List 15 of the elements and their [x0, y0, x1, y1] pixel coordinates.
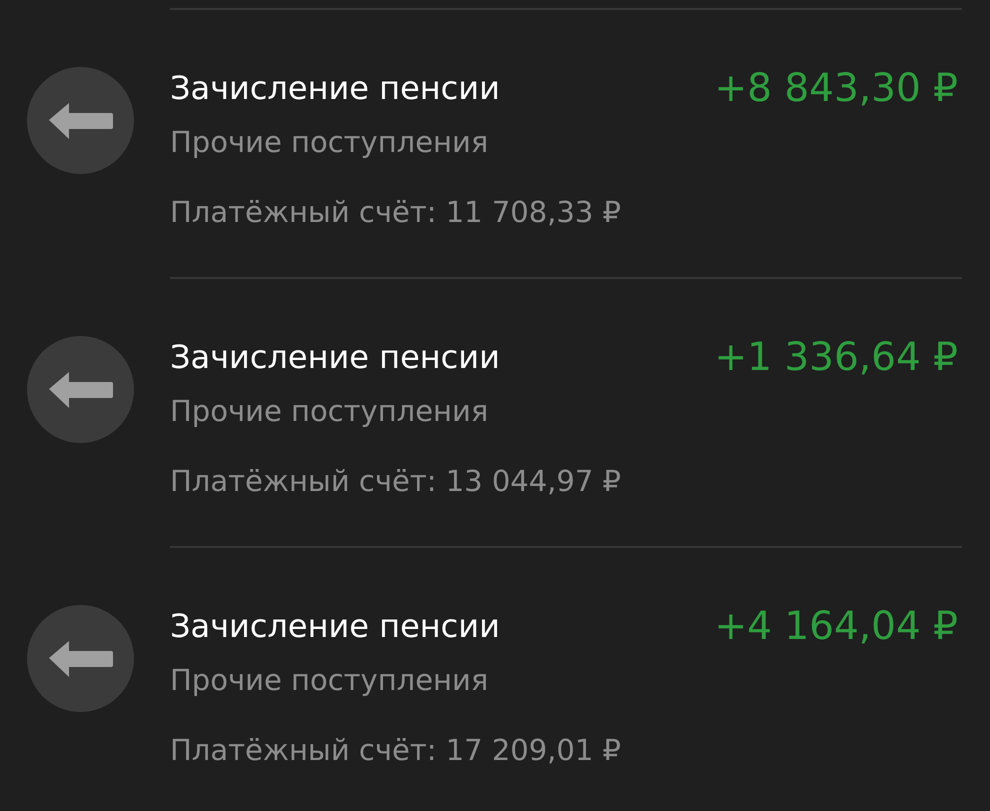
account-balance: Платёжный счёт: 17 209,01 ₽ [170, 732, 621, 769]
transaction-title: Зачисление пенсии [170, 338, 500, 376]
transaction-amount: +1 336,64 ₽ [714, 334, 958, 380]
transaction-category: Прочие поступления [170, 124, 488, 161]
transaction-title: Зачисление пенсии [170, 607, 500, 645]
arrow-left-icon [27, 605, 134, 712]
arrow-left-icon [27, 336, 134, 443]
account-balance: Платёжный счёт: 13 044,97 ₽ [170, 463, 621, 500]
transaction-category: Прочие поступления [170, 662, 488, 699]
arrow-left-icon [27, 67, 134, 174]
transaction-title: Зачисление пенсии [170, 69, 500, 107]
transaction-category: Прочие поступления [170, 393, 488, 430]
transaction-amount: +4 164,04 ₽ [714, 604, 958, 648]
account-balance: Платёжный счёт: 11 708,33 ₽ [170, 194, 621, 231]
transaction-amount: +8 843,30 ₽ [714, 66, 958, 110]
